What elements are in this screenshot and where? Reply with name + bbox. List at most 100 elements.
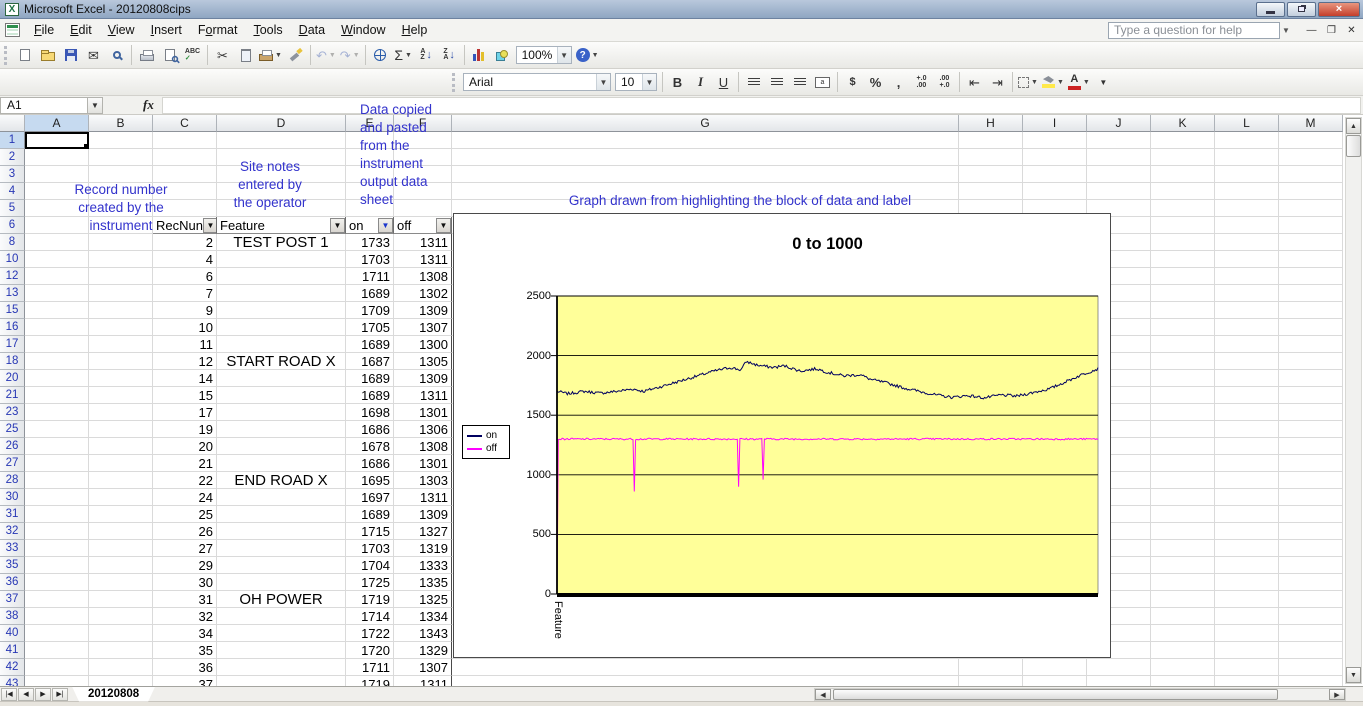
dropdown-arrow-icon[interactable]: ▼ bbox=[353, 52, 360, 59]
cell-e23[interactable]: 1698 bbox=[346, 404, 394, 421]
cell-a40[interactable] bbox=[25, 625, 89, 642]
cell-l33[interactable] bbox=[1215, 540, 1279, 557]
cell-a28[interactable] bbox=[25, 472, 89, 489]
cell-f31[interactable]: 1309 bbox=[394, 506, 452, 523]
cell-l3[interactable] bbox=[1215, 166, 1279, 183]
cell-c21[interactable]: 15 bbox=[153, 387, 217, 404]
cell-i4[interactable] bbox=[1023, 183, 1087, 200]
cell-a36[interactable] bbox=[25, 574, 89, 591]
cell-f16[interactable]: 1307 bbox=[394, 319, 452, 336]
cell-c32[interactable]: 26 bbox=[153, 523, 217, 540]
cell-l5[interactable] bbox=[1215, 200, 1279, 217]
cell-b42[interactable] bbox=[89, 659, 153, 676]
row-header-16[interactable]: 16 bbox=[0, 319, 25, 336]
cell-b23[interactable] bbox=[89, 404, 153, 421]
cell-c8[interactable]: 2 bbox=[153, 234, 217, 251]
cell-l20[interactable] bbox=[1215, 370, 1279, 387]
cell-b8[interactable] bbox=[89, 234, 153, 251]
cell-l8[interactable] bbox=[1215, 234, 1279, 251]
cell-m20[interactable] bbox=[1279, 370, 1343, 387]
cell-k43[interactable] bbox=[1151, 676, 1215, 686]
cell-e35[interactable]: 1704 bbox=[346, 557, 394, 574]
cell-a43[interactable] bbox=[25, 676, 89, 686]
cell-l12[interactable] bbox=[1215, 268, 1279, 285]
cell-a8[interactable] bbox=[25, 234, 89, 251]
cell-f36[interactable]: 1335 bbox=[394, 574, 452, 591]
cell-m35[interactable] bbox=[1279, 557, 1343, 574]
italic-button[interactable]: I bbox=[689, 71, 712, 93]
row-header-30[interactable]: 30 bbox=[0, 489, 25, 506]
cell-m4[interactable] bbox=[1279, 183, 1343, 200]
row-header-27[interactable]: 27 bbox=[0, 455, 25, 472]
menu-file[interactable]: File bbox=[26, 20, 62, 41]
spelling-button[interactable]: ABC✓ bbox=[181, 44, 204, 66]
row-header-25[interactable]: 25 bbox=[0, 421, 25, 438]
new-document-button[interactable] bbox=[13, 44, 36, 66]
toolbar-drag-handle[interactable] bbox=[4, 46, 9, 65]
cell-l26[interactable] bbox=[1215, 438, 1279, 455]
cell-b13[interactable] bbox=[89, 285, 153, 302]
cell-d26[interactable] bbox=[217, 438, 346, 455]
cell-f12[interactable]: 1308 bbox=[394, 268, 452, 285]
cell-c38[interactable]: 32 bbox=[153, 608, 217, 625]
cell-k20[interactable] bbox=[1151, 370, 1215, 387]
increase-indent-button[interactable]: ⇥ bbox=[986, 71, 1009, 93]
cell-f43[interactable]: 1311 bbox=[394, 676, 452, 686]
cell-d13[interactable] bbox=[217, 285, 346, 302]
cell-f20[interactable]: 1309 bbox=[394, 370, 452, 387]
cell-k4[interactable] bbox=[1151, 183, 1215, 200]
cell-c33[interactable]: 27 bbox=[153, 540, 217, 557]
cell-a41[interactable] bbox=[25, 642, 89, 659]
cell-f18[interactable]: 1305 bbox=[394, 353, 452, 370]
vertical-scrollbar[interactable]: ▲▼ bbox=[1345, 117, 1362, 684]
row-header-18[interactable]: 18 bbox=[0, 353, 25, 370]
cell-b18[interactable] bbox=[89, 353, 153, 370]
font-size-combo[interactable]: 10▼ bbox=[615, 73, 657, 91]
cell-c18[interactable]: 12 bbox=[153, 353, 217, 370]
cell-e30[interactable]: 1697 bbox=[346, 489, 394, 506]
cell-b15[interactable] bbox=[89, 302, 153, 319]
cell-c35[interactable]: 29 bbox=[153, 557, 217, 574]
cell-a27[interactable] bbox=[25, 455, 89, 472]
increase-decimal-button[interactable]: +.0.00 bbox=[910, 71, 933, 93]
cell-l37[interactable] bbox=[1215, 591, 1279, 608]
merge-center-button[interactable]: a bbox=[811, 71, 834, 93]
row-header-38[interactable]: 38 bbox=[0, 608, 25, 625]
cell-m16[interactable] bbox=[1279, 319, 1343, 336]
sort-descending-button[interactable]: ZA↓ bbox=[438, 44, 461, 66]
scroll-up-icon[interactable]: ▲ bbox=[1346, 118, 1361, 134]
cell-b10[interactable] bbox=[89, 251, 153, 268]
font-name-combo[interactable]: Arial▼ bbox=[463, 73, 611, 91]
cell-m13[interactable] bbox=[1279, 285, 1343, 302]
formula-input[interactable] bbox=[162, 97, 1361, 114]
cell-c27[interactable]: 21 bbox=[153, 455, 217, 472]
cell-k15[interactable] bbox=[1151, 302, 1215, 319]
decrease-decimal-button[interactable]: .00+.0 bbox=[933, 71, 956, 93]
cell-d30[interactable] bbox=[217, 489, 346, 506]
cell-m15[interactable] bbox=[1279, 302, 1343, 319]
cell-k6[interactable] bbox=[1151, 217, 1215, 234]
cell-a20[interactable] bbox=[25, 370, 89, 387]
cell-k42[interactable] bbox=[1151, 659, 1215, 676]
cell-e32[interactable]: 1715 bbox=[346, 523, 394, 540]
cell-a15[interactable] bbox=[25, 302, 89, 319]
cell-a2[interactable] bbox=[25, 149, 89, 166]
cell-d8[interactable]: TEST POST 1 bbox=[217, 234, 346, 251]
cell-k40[interactable] bbox=[1151, 625, 1215, 642]
cell-k1[interactable] bbox=[1151, 132, 1215, 149]
cell-a26[interactable] bbox=[25, 438, 89, 455]
cell-i3[interactable] bbox=[1023, 166, 1087, 183]
row-header-33[interactable]: 33 bbox=[0, 540, 25, 557]
cell-i42[interactable] bbox=[1023, 659, 1087, 676]
cell-a31[interactable] bbox=[25, 506, 89, 523]
save-button[interactable] bbox=[59, 44, 82, 66]
cell-h3[interactable] bbox=[959, 166, 1023, 183]
cell-a25[interactable] bbox=[25, 421, 89, 438]
cell-i43[interactable] bbox=[1023, 676, 1087, 686]
cell-m43[interactable] bbox=[1279, 676, 1343, 686]
column-header-i[interactable]: I bbox=[1023, 115, 1087, 132]
cell-f15[interactable]: 1309 bbox=[394, 302, 452, 319]
align-center-button[interactable] bbox=[765, 71, 788, 93]
cell-d43[interactable] bbox=[217, 676, 346, 686]
cell-e12[interactable]: 1711 bbox=[346, 268, 394, 285]
